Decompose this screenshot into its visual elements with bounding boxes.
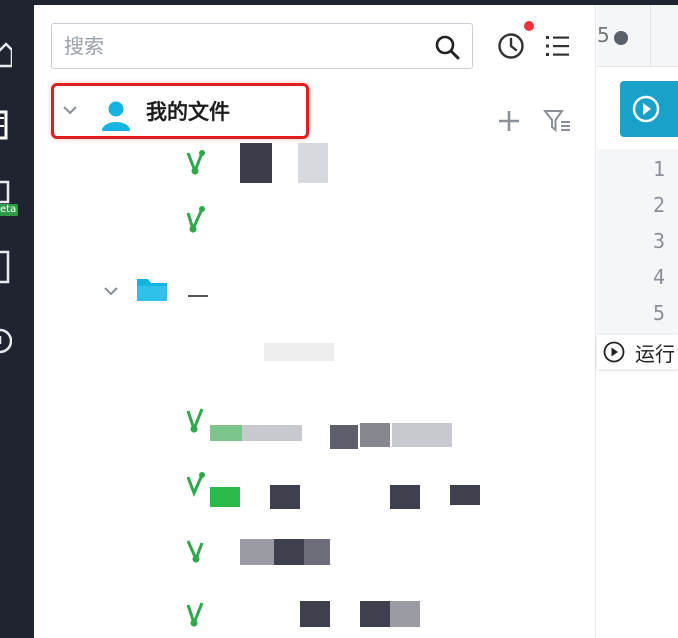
tree-item[interactable] <box>184 339 444 379</box>
obscured-text <box>210 425 242 441</box>
help-icon[interactable] <box>0 324 12 358</box>
node-branch-icon <box>184 205 208 234</box>
node-branch-icon <box>184 599 208 628</box>
obscured-text <box>360 423 390 447</box>
unsaved-dot <box>614 31 628 45</box>
line-number-gutter: 1 2 3 4 5 <box>597 149 678 339</box>
obscured-text <box>450 485 480 505</box>
node-branch-icon <box>184 405 208 434</box>
user-icon <box>99 99 133 133</box>
obscured-text <box>298 143 328 183</box>
tree-item[interactable] <box>184 597 444 637</box>
editor-divider <box>597 369 678 370</box>
obscured-text <box>270 485 300 509</box>
obscured-text <box>264 343 334 361</box>
tree-item[interactable] <box>184 469 484 509</box>
chevron-down-icon[interactable] <box>102 282 120 300</box>
tree-item[interactable] <box>184 535 444 575</box>
tree-item[interactable] <box>184 201 424 241</box>
obscured-text <box>242 425 302 441</box>
obscured-text <box>304 539 330 565</box>
chevron-down-icon[interactable] <box>62 102 78 118</box>
obscured-text <box>210 487 240 507</box>
clock-icon[interactable] <box>496 31 526 61</box>
editor-tab-label[interactable]: 5 <box>597 23 610 47</box>
line-number: 4 <box>653 265 666 289</box>
obscured-text <box>188 295 208 297</box>
run-button[interactable] <box>620 81 678 137</box>
run-label: 运行 <box>635 342 675 366</box>
beta-badge: eta <box>0 204 19 216</box>
tree-folder-label[interactable] <box>184 277 384 317</box>
node-branch-icon <box>184 149 208 177</box>
home-icon[interactable] <box>0 38 12 70</box>
panel-icon[interactable] <box>0 250 12 284</box>
line-number: 1 <box>653 157 666 181</box>
line-number: 2 <box>653 193 666 217</box>
tab-divider <box>650 5 651 67</box>
file-tree-panel: 我的文件 <box>34 5 596 638</box>
folder-icon[interactable] <box>136 275 168 303</box>
play-circle-icon <box>603 341 625 363</box>
editor-tab-strip: 5 <box>597 5 678 67</box>
tree-item[interactable] <box>184 403 484 449</box>
obscured-text <box>330 425 358 449</box>
node-branch-icon <box>184 471 208 499</box>
obscured-text <box>240 539 274 565</box>
code-editor: 5 1 2 3 4 5 运行 <box>597 5 678 638</box>
notification-dot <box>524 21 534 31</box>
obscured-text <box>240 143 272 183</box>
tree-root-my-files[interactable]: 我的文件 <box>51 83 309 139</box>
obscured-text <box>300 601 330 627</box>
obscured-text <box>274 539 304 565</box>
line-number: 5 <box>653 301 666 325</box>
left-activity-rail: eta <box>0 0 34 638</box>
list-icon[interactable] <box>544 32 572 60</box>
filter-icon[interactable] <box>542 106 572 136</box>
obscured-text <box>390 601 420 627</box>
search-input[interactable] <box>64 24 424 68</box>
beta-app-icon[interactable] <box>0 180 12 204</box>
tree-root-label: 我的文件 <box>146 100 230 124</box>
run-code-chip[interactable]: 运行 <box>597 335 678 369</box>
search-icon[interactable] <box>434 34 460 60</box>
obscured-text <box>390 485 420 509</box>
line-number: 3 <box>653 229 666 253</box>
obscured-text <box>360 601 390 627</box>
file-explorer-icon[interactable] <box>0 108 12 140</box>
play-icon <box>632 95 660 123</box>
obscured-text <box>392 423 452 447</box>
plus-icon[interactable] <box>496 108 522 134</box>
node-branch-icon <box>184 537 208 565</box>
search-box[interactable] <box>51 23 473 69</box>
tree-item[interactable] <box>184 143 384 183</box>
